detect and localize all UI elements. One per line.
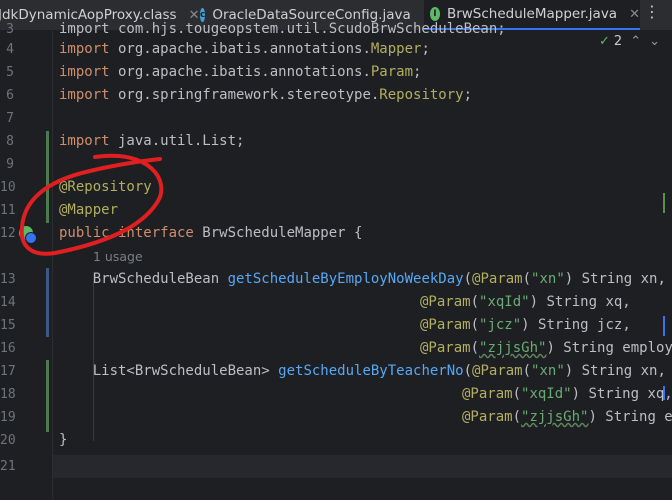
line-number: 20 [0, 433, 16, 448]
line-number: 17 [0, 364, 16, 379]
code-line: 18 @Param("xqId") String xq, [0, 383, 672, 406]
string-literal: "xn" [531, 363, 565, 379]
class-name: Repository [379, 87, 464, 103]
code-editor[interactable]: ✓ 2 ⌃ ⌄ 3 import com.hjs.tougeopstem.util.S… [0, 21, 672, 500]
line-number: 16 [0, 341, 16, 356]
string-literal: "xqId" [479, 294, 530, 310]
paren: ( [522, 271, 532, 287]
semicolon: ; [421, 41, 430, 57]
code-line: 19 @Param("zjjsGh") String e [0, 406, 672, 429]
param-rest: ) String jcz, [521, 317, 631, 333]
code-text: @Param("xqId") String xq, [420, 291, 631, 314]
string-literal: "xqId" [521, 386, 572, 402]
interface-declaration: BrwScheduleMapper { [193, 225, 363, 241]
string-literal: "xn" [531, 271, 565, 287]
param-annotation: @Param [462, 409, 513, 425]
class-name: Param [370, 64, 414, 80]
paren: ( [463, 271, 473, 287]
param-annotation: @Param [472, 363, 523, 379]
line-number: 18 [0, 387, 16, 402]
param-rest: ) String employ [546, 340, 672, 356]
code-text: List<BrwScheduleBean> getScheduleByTeach… [59, 360, 666, 383]
string-literal: "zjjsGh" [521, 409, 589, 425]
param-annotation: @Param [420, 317, 471, 333]
method-name: getScheduleByEmployNoWeekDay [227, 271, 464, 287]
paren: ( [470, 294, 480, 310]
param-rest: ) String xn, [564, 271, 666, 287]
code-text: @Param("xqId") String xq, [462, 383, 672, 406]
param-rest: ) String xn, [564, 363, 666, 379]
red-circle-annotation-mark [19, 153, 164, 256]
closing-brace: } [59, 432, 68, 448]
return-type: List<BrwScheduleBean> [59, 363, 279, 379]
code-text: @Param("zjjsGh") String e [462, 406, 672, 429]
class-name: Mapper [370, 41, 422, 57]
code-line: 15 @Param("jcz") String jcz, [0, 314, 672, 337]
param-annotation: @Param [472, 271, 523, 287]
semicolon: ; [413, 64, 422, 80]
code-line: 21 [0, 455, 672, 478]
line-number: 15 [0, 318, 16, 333]
param-annotation: @Param [462, 386, 513, 402]
code-line: 14 @Param("xqId") String xq, [0, 291, 672, 314]
param-rest: ) String xq, [529, 294, 631, 310]
code-text: @Param("jcz") String jcz, [420, 314, 631, 337]
line-number: 14 [0, 295, 16, 310]
semicolon: ; [463, 87, 473, 103]
string-literal: "jcz" [479, 317, 522, 333]
code-line: 20 } [0, 429, 672, 452]
code-text: @Param("zjjsGh") String employ [420, 337, 672, 360]
paren: ( [470, 317, 480, 333]
paren: ( [463, 363, 473, 379]
code-line: 16 @Param("zjjsGh") String employ [0, 337, 672, 360]
param-rest: ) String e [588, 409, 672, 425]
param-annotation: @Param [420, 294, 471, 310]
method-name: getScheduleByTeacherNo [278, 363, 464, 379]
paren: ( [512, 386, 522, 402]
line-number: 21 [0, 459, 16, 474]
line-number: 19 [0, 410, 16, 425]
string-literal: "zjjsGh" [479, 340, 547, 356]
paren: ( [522, 363, 532, 379]
param-annotation: @Param [420, 340, 471, 356]
param-rest: ) String xq, [571, 386, 672, 402]
paren: ( [512, 409, 522, 425]
code-line: 17 List<BrwScheduleBean> getScheduleByTe… [0, 360, 672, 383]
paren: ( [470, 340, 480, 356]
